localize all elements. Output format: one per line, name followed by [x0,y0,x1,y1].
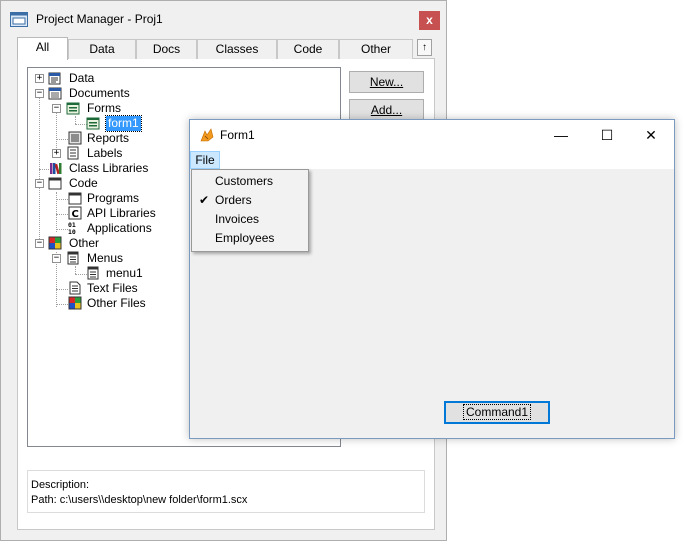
tree-expander[interactable]: − [35,239,44,248]
tree-expander[interactable]: + [35,74,44,83]
other-files-icon [68,296,82,310]
documents-icon [48,87,62,100]
command1-label: Command1 [462,404,532,420]
tree-item-label: Menus [87,251,124,265]
description-label: Description: [31,479,90,491]
tab-classes[interactable]: Classes [197,39,277,59]
project-manager-close-button[interactable]: x [419,11,440,30]
menu-item-orders[interactable]: ✔ Orders [193,191,307,210]
project-manager-icon [10,12,28,27]
form1-menubar: File [190,150,674,169]
tree-expander[interactable]: + [52,149,61,158]
applications-icon: 01 10 [68,221,76,235]
tree-expander[interactable]: − [52,104,61,113]
tree-item-label: Programs [87,191,140,205]
programs-icon [68,192,82,205]
command1-button[interactable]: Command1 [444,401,550,424]
tree-item-label: Applications [87,221,152,235]
data-icon [48,72,61,85]
menu-item-label: Orders [215,193,252,207]
maximize-icon: ☐ [600,127,614,143]
menu-icon [87,266,99,280]
tab-docs[interactable]: Docs [136,39,197,59]
tab-scroll-button[interactable]: ↑ [417,39,432,56]
tab-other[interactable]: Other [339,39,413,59]
tree-item-documents[interactable]: − Documents [28,86,328,101]
reports-icon [68,131,82,145]
tree-item-label: Other [69,236,100,250]
maximize-button[interactable]: ☐ [584,120,630,150]
tree-item-label: Reports [87,131,130,145]
svg-text:C: C [72,209,79,220]
tab-label: Other [360,42,391,56]
tab-all[interactable]: All [17,37,68,60]
tab-label: Classes [215,42,259,56]
tree-item-label: form1 [105,115,142,132]
form1-title: Form1 [220,128,255,142]
tree-item-label: Documents [69,86,130,100]
tree-item-label: Labels [87,146,123,160]
tab-data[interactable]: Data [68,39,136,59]
tree-item-label: Class Libraries [69,161,149,175]
tree-item-label: menu1 [106,266,143,280]
menu-item-label: Invoices [215,212,260,226]
checkmark-icon: ✔ [199,193,210,207]
menu-item-label: Customers [215,174,274,188]
menus-icon [67,251,79,265]
fox-icon [200,128,214,142]
description-box: Description: Path: c:\users\\desktop\new… [27,470,425,513]
forms-icon [66,102,80,115]
close-icon: ✕ [645,127,657,143]
class-libraries-icon [50,163,62,175]
menu-item-customers[interactable]: Customers [193,172,307,191]
new-button[interactable]: New... [349,71,424,93]
text-files-icon [69,281,81,295]
add-button[interactable]: Add... [349,99,424,121]
menu-item-label: Employees [215,231,275,245]
form1-window: Form1 — ☐ ✕ File Command1 [189,119,675,439]
close-button[interactable]: ✕ [628,120,674,150]
project-manager-title: Project Manager - Proj1 [36,12,163,26]
tree-item-label: Other Files [87,296,146,310]
api-libraries-icon: C [68,206,82,220]
menu-item-employees[interactable]: Employees [193,229,307,248]
menu-file[interactable]: File [190,151,220,169]
minimize-icon: — [554,127,568,143]
tree-item-label: API Libraries [87,206,156,220]
tree-expander[interactable]: − [52,254,61,263]
tree-item-forms[interactable]: − Forms [28,101,328,116]
minimize-button[interactable]: — [538,120,584,150]
tab-label: Data [89,42,115,56]
tree-item-label: Data [69,71,95,85]
form-icon [86,117,100,130]
tab-strip: All Data Docs Classes Code Other [17,37,435,60]
project-manager-titlebar[interactable]: Project Manager - Proj1 x [1,1,446,37]
other-icon [48,236,62,250]
tab-label: Code [293,42,323,56]
tab-label: Docs [152,42,181,56]
file-menu-dropdown: Customers ✔ Orders Invoices Employees [191,169,309,252]
labels-icon [67,146,79,160]
tree-item-label: Code [69,176,98,190]
tree-item-label: Text Files [87,281,138,295]
svg-text:10: 10 [68,228,76,235]
description-path: Path: c:\users\\desktop\new folder\form1… [31,494,248,506]
add-button-label: Add... [370,103,403,117]
tree-expander[interactable]: − [35,179,44,188]
new-button-label: New... [369,75,404,89]
tab-label: All [35,40,50,54]
tree-item-label: Forms [87,101,121,115]
menu-item-invoices[interactable]: Invoices [193,210,307,229]
tree-item-data[interactable]: + Data [28,71,328,86]
tab-code[interactable]: Code [277,39,339,59]
form1-titlebar[interactable]: Form1 — ☐ ✕ [190,120,674,150]
code-icon [48,177,62,190]
tree-expander[interactable]: − [35,89,44,98]
